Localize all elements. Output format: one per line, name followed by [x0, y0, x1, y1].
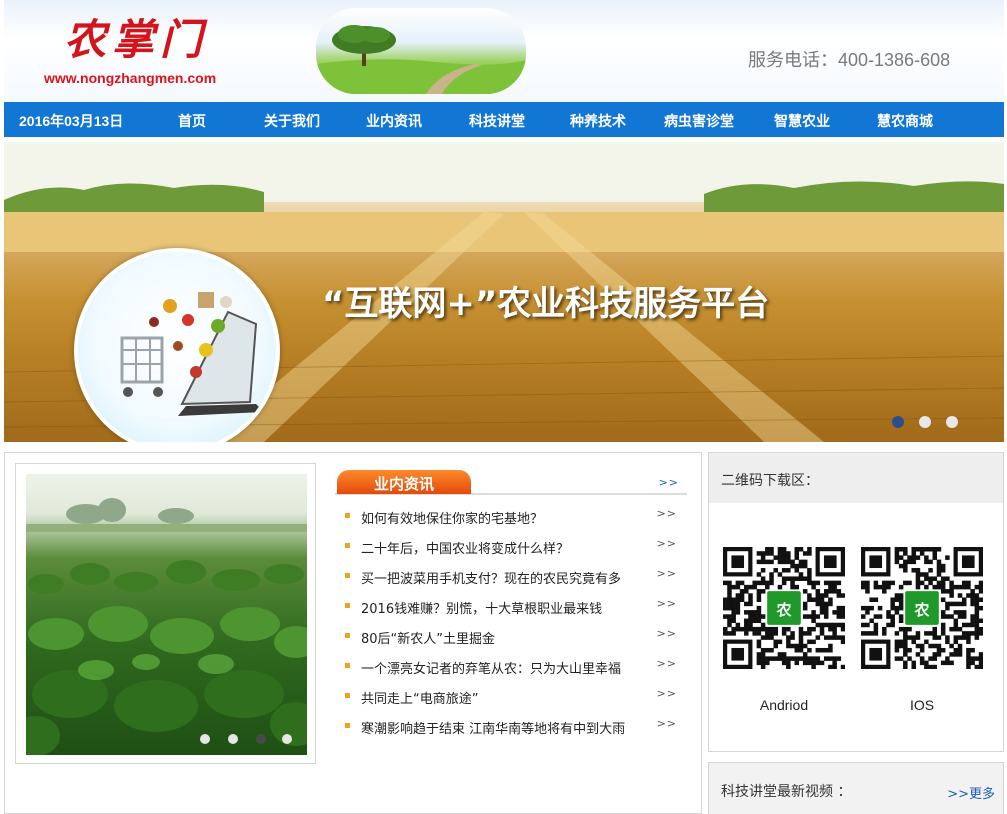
videos-title: 科技讲堂最新视频 ：: [721, 784, 852, 800]
row-arrow-icon[interactable]: >>: [657, 657, 677, 670]
bullet-icon: [345, 513, 350, 518]
tab-industry-news[interactable]: 业内资讯: [337, 470, 471, 494]
news-item[interactable]: 一个漂亮女记者的弃笔从农：只为大山里幸福 >>: [335, 653, 687, 683]
news-title[interactable]: 2016钱难赚？别慌，十大草根职业最来钱: [361, 598, 653, 617]
page: 农掌门 www.nongzhangmen.com 服务电话：400-1386-6…: [0, 0, 1007, 814]
banner-dot-2[interactable]: [919, 416, 931, 428]
row-arrow-icon[interactable]: >>: [657, 627, 677, 640]
news-item[interactable]: 二十年后，中国农业将变成什么样？ >>: [335, 533, 687, 563]
photo-dot-1[interactable]: [200, 734, 210, 744]
nav-item-industry-news[interactable]: 业内资讯: [366, 111, 422, 131]
news-list: 如何有效地保住你家的宅基地？ >> 二十年后，中国农业将变成什么样？ >> 买一把波…: [335, 503, 687, 743]
qr-panel-title: 二维码下载区：: [721, 473, 819, 489]
row-arrow-icon[interactable]: >>: [657, 567, 677, 580]
site-header: 农掌门 www.nongzhangmen.com 服务电话：400-1386-6…: [4, 0, 1004, 102]
nav-item-smart-farming[interactable]: 智慧农业: [774, 111, 830, 131]
service-hotline: 服务电话：400-1386-608: [748, 50, 951, 70]
ios-label[interactable]: IOS: [861, 697, 983, 713]
news-item[interactable]: 寒潮影响趋于结束 江南华南等地将有中到大雨 >>: [335, 713, 687, 743]
bullet-icon: [345, 693, 350, 698]
photo-dot-3[interactable]: [256, 734, 266, 744]
latest-videos-panel: 科技讲堂最新视频 ： >>更多: [708, 762, 1004, 814]
news-item[interactable]: 2016钱难赚？别慌，十大草根职业最来钱 >>: [335, 593, 687, 623]
farm-badge-label: 农: [913, 601, 929, 619]
news-item[interactable]: 买一把波菜用手机支付？现在的农民究竟有多 >>: [335, 563, 687, 593]
header-landscape-image: [316, 8, 526, 94]
row-arrow-icon[interactable]: >>: [657, 537, 677, 550]
row-arrow-icon[interactable]: >>: [657, 597, 677, 610]
news-item[interactable]: 80后“新农人”土里掘金 >>: [335, 623, 687, 653]
farm-badge-label: 农: [775, 601, 791, 619]
bullet-icon: [345, 723, 350, 728]
banner-headline: “互联网+”农业科技服务平台: [322, 284, 770, 324]
bullet-icon: [345, 633, 350, 638]
nav-item-mall[interactable]: 慧农商城: [877, 111, 933, 131]
news-panel: 业内资讯 >> 如何有效地保住你家的宅基地？ >> 二十年后，中国农业将变成什么样…: [4, 452, 702, 814]
videos-more-link[interactable]: >>更多: [947, 783, 995, 802]
news-item[interactable]: 如何有效地保住你家的宅基地？ >>: [335, 503, 687, 533]
row-arrow-icon[interactable]: >>: [657, 717, 677, 730]
nav-date: 2016年03月13日: [19, 113, 124, 129]
nav-item-home[interactable]: 首页: [178, 111, 206, 131]
news-title[interactable]: 二十年后，中国农业将变成什么样？: [361, 538, 653, 557]
news-header: 业内资讯 >>: [335, 470, 687, 495]
nav-item-farming-tech[interactable]: 种养技术: [570, 111, 626, 131]
news-title[interactable]: 如何有效地保住你家的宅基地？: [361, 508, 653, 527]
bullet-icon: [345, 543, 350, 548]
nav-item-about[interactable]: 关于我们: [264, 111, 320, 131]
android-label[interactable]: Andriod: [723, 697, 845, 713]
nav-item-pest-clinic[interactable]: 病虫害诊堂: [664, 111, 734, 131]
bullet-icon: [345, 573, 350, 578]
hero-banner[interactable]: “互联网+”农业科技服务平台: [4, 142, 1004, 442]
photo-dot-4[interactable]: [282, 734, 292, 744]
nav-item-tech-lectures[interactable]: 科技讲堂: [469, 111, 525, 131]
android-qr-code[interactable]: 农: [723, 547, 846, 670]
row-arrow-icon[interactable]: >>: [657, 687, 677, 700]
spinach-field-photo: [26, 474, 307, 755]
shopping-cart-illustration: [74, 248, 280, 442]
site-logo[interactable]: 农掌门: [64, 6, 208, 67]
bullet-icon: [345, 663, 350, 668]
bullet-icon: [345, 603, 350, 608]
qr-download-panel: 二维码下载区： 农 农 Andriod IOS: [708, 452, 1004, 752]
photo-dot-2[interactable]: [228, 734, 238, 744]
qr-panel-body: 农 农 Andriod IOS: [709, 503, 1003, 751]
banner-dot-1[interactable]: [892, 416, 904, 428]
row-arrow-icon[interactable]: >>: [657, 507, 677, 520]
news-tab-label: 业内资讯: [373, 475, 434, 493]
banner-dot-3[interactable]: [946, 416, 958, 428]
qr-panel-header: 二维码下载区：: [709, 453, 1003, 503]
news-title[interactable]: 共同走上“电商旅途”: [361, 688, 653, 707]
news-title[interactable]: 一个漂亮女记者的弃笔从农：只为大山里幸福: [361, 658, 653, 677]
news-title[interactable]: 80后“新农人”土里掘金: [361, 628, 653, 647]
news-item[interactable]: 共同走上“电商旅途” >>: [335, 683, 687, 713]
news-title[interactable]: 寒潮影响趋于结束 江南华南等地将有中到大雨: [361, 718, 653, 737]
news-more-link[interactable]: >>: [659, 476, 679, 489]
ios-qr-code[interactable]: 农: [861, 547, 984, 670]
main-nav: 2016年03月13日 首页 关于我们 业内资讯 科技讲堂 种养技术 病虫害诊堂…: [4, 102, 1004, 137]
site-url[interactable]: www.nongzhangmen.com: [44, 70, 216, 86]
photo-slider[interactable]: [15, 463, 316, 764]
news-title[interactable]: 买一把波菜用手机支付？现在的农民究竟有多: [361, 568, 653, 587]
